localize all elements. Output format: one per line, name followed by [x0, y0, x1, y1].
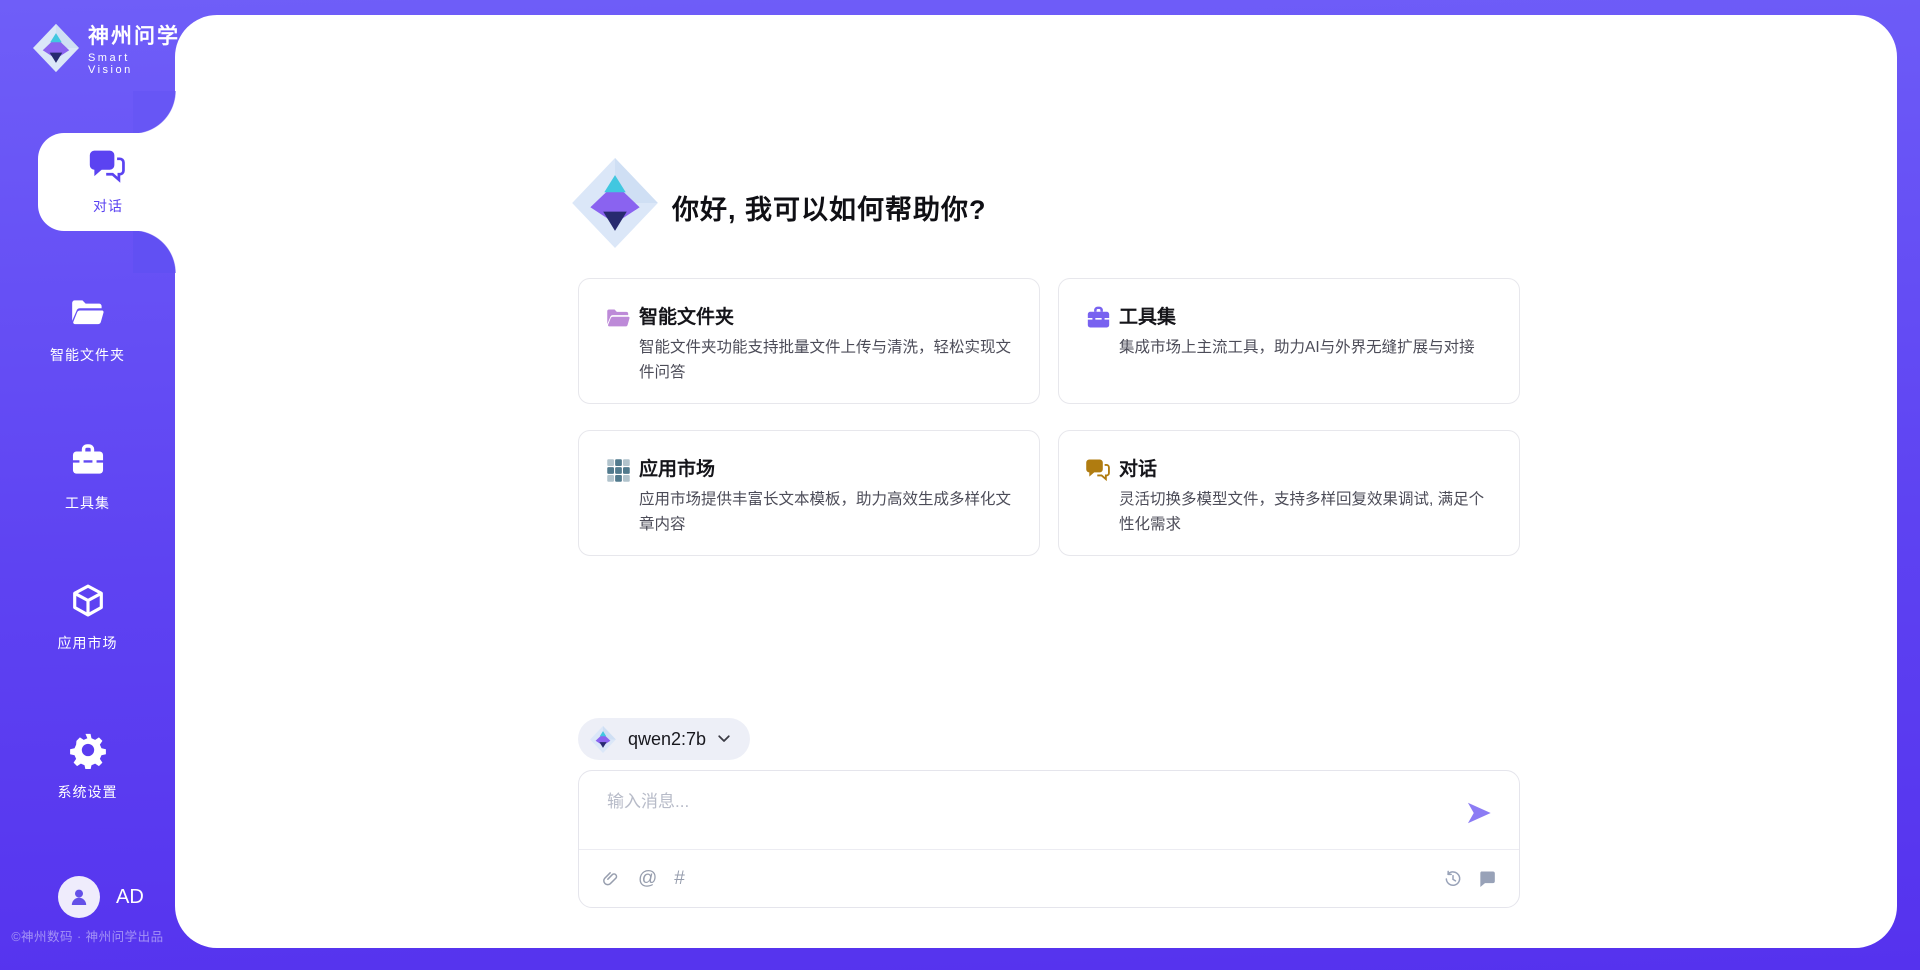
sidebar-item-label: 工具集 — [0, 493, 175, 513]
composer-toolbar: @ # — [579, 849, 1519, 907]
user-name: AD — [116, 886, 144, 909]
sidebar-item-market[interactable]: 应用市场 — [0, 582, 175, 653]
card-title: 工具集 — [1119, 302, 1176, 329]
message-input[interactable] — [607, 787, 1427, 843]
chat-bubble-icon[interactable] — [1477, 869, 1497, 889]
sidebar-item-chat[interactable]: 对话 — [38, 133, 178, 231]
card-smart-folders[interactable]: 智能文件夹 智能文件夹功能支持批量文件上传与清洗，轻松实现文件问答 — [578, 278, 1040, 404]
card-toolset[interactable]: 工具集 集成市场上主流工具，助力AI与外界无缝扩展与对接 — [1058, 278, 1520, 404]
active-tab-curve-top — [133, 91, 176, 134]
sidebar-item-toolset[interactable]: 工具集 — [0, 442, 175, 513]
user-profile[interactable]: AD — [58, 876, 144, 918]
message-composer: @ # — [578, 770, 1520, 908]
composer-left-tools: @ # — [601, 869, 685, 889]
hashtag-icon[interactable]: # — [674, 869, 685, 889]
chevron-down-icon — [716, 731, 732, 747]
card-description: 集成市场上主流工具，助力AI与外界无缝扩展与对接 — [1119, 335, 1497, 360]
card-app-market[interactable]: 应用市场 应用市场提供丰富长文本模板，助力高效生成多样化文章内容 — [578, 430, 1040, 556]
card-title: 智能文件夹 — [639, 302, 734, 329]
gear-icon — [69, 731, 107, 769]
avatar — [58, 876, 100, 918]
sidebar-item-label: 对话 — [38, 196, 178, 216]
brand-title: 神州问学 — [88, 20, 180, 50]
sidebar-item-folders[interactable]: 智能文件夹 — [0, 294, 175, 365]
greeting-title: 你好, 我可以如何帮助你? — [672, 188, 987, 227]
card-title: 对话 — [1119, 454, 1157, 481]
card-description: 智能文件夹功能支持批量文件上传与清洗，轻松实现文件问答 — [639, 335, 1017, 385]
folder-icon — [69, 294, 107, 332]
card-description: 灵活切换多模型文件，支持多样回复效果调试, 满足个性化需求 — [1119, 487, 1497, 537]
model-diamond-icon — [590, 726, 616, 753]
sidebar-item-settings[interactable]: 系统设置 — [0, 731, 175, 802]
card-chat[interactable]: 对话 灵活切换多模型文件，支持多样回复效果调试, 满足个性化需求 — [1058, 430, 1520, 556]
brand-logo: 神州问学 Smart Vision — [33, 20, 180, 76]
briefcase-icon — [1085, 305, 1112, 332]
app-window: 神州问学 Smart Vision 对话 智能文件夹 工具集 应用市场 系统设置 — [0, 0, 1920, 970]
active-tab-curve-bottom — [133, 230, 176, 273]
brand-subtitle: Smart Vision — [88, 52, 180, 76]
model-selector[interactable]: qwen2:7b — [578, 718, 750, 760]
sidebar-item-label: 系统设置 — [0, 782, 175, 802]
grid-icon — [605, 457, 632, 484]
brand-diamond-icon — [33, 23, 79, 73]
cube-icon — [69, 582, 107, 620]
attach-file-icon[interactable] — [601, 869, 621, 889]
mention-icon[interactable]: @ — [638, 869, 657, 889]
hero-diamond-icon — [572, 158, 658, 248]
card-title: 应用市场 — [639, 454, 715, 481]
model-name: qwen2:7b — [628, 729, 706, 750]
folder-open-icon — [605, 305, 632, 332]
card-description: 应用市场提供丰富长文本模板，助力高效生成多样化文章内容 — [639, 487, 1017, 537]
briefcase-icon — [69, 442, 107, 480]
sidebar-item-label: 应用市场 — [0, 633, 175, 653]
person-icon — [67, 885, 91, 909]
chat-bubbles-icon — [1085, 457, 1112, 484]
history-icon[interactable] — [1443, 869, 1463, 889]
sidebar: 神州问学 Smart Vision 对话 智能文件夹 工具集 应用市场 系统设置 — [0, 0, 175, 970]
copyright-footer: ©神州数码 · 神州问学出品 — [0, 926, 175, 945]
chat-icon — [88, 147, 128, 187]
composer-right-tools — [1443, 869, 1497, 889]
sidebar-item-label: 智能文件夹 — [0, 345, 175, 365]
send-icon[interactable] — [1465, 799, 1493, 827]
